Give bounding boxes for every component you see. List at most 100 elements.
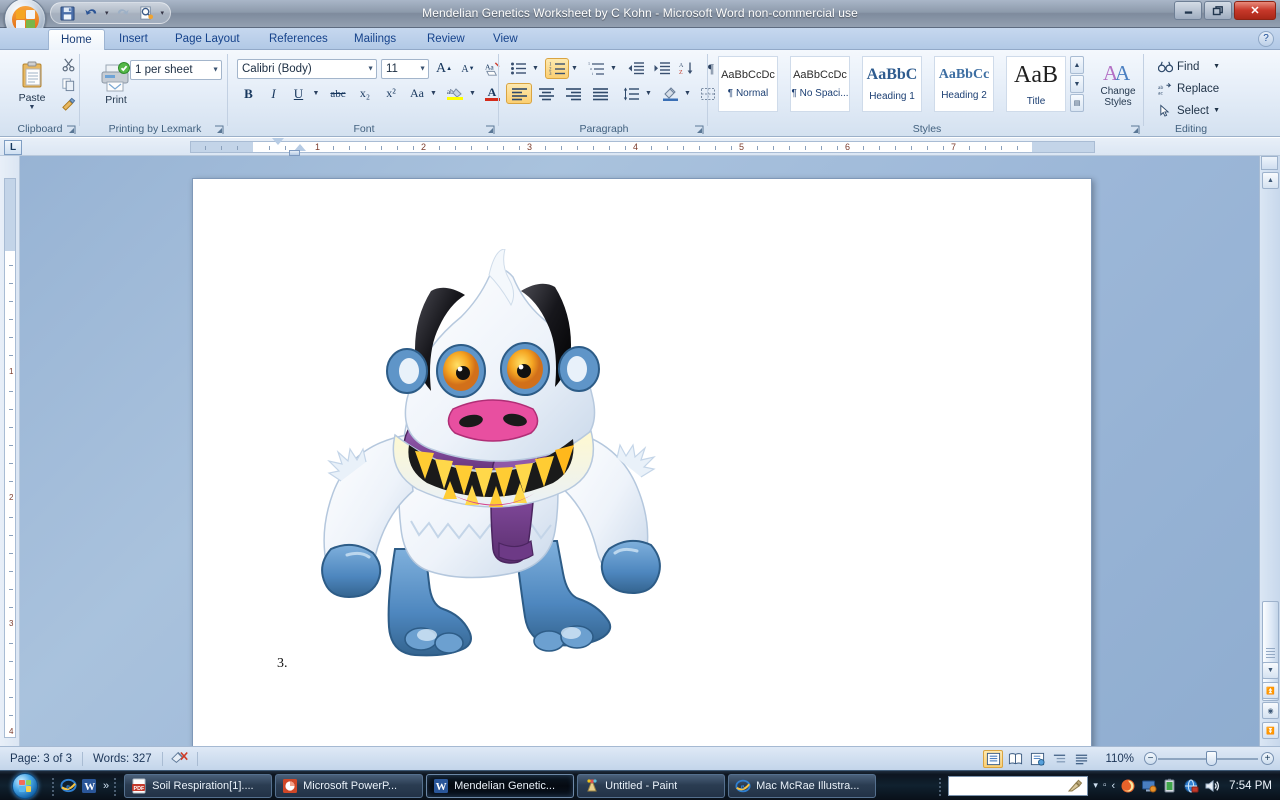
tab-page-layout[interactable]: Page Layout	[163, 28, 252, 50]
customize-qat-icon[interactable]: ▾	[161, 9, 165, 17]
chevron-down-icon[interactable]: ▼	[212, 67, 219, 74]
text-highlight-button[interactable]: ab	[443, 83, 467, 104]
undo-dropdown-arrow[interactable]: ▾	[105, 9, 109, 17]
redo-icon[interactable]	[113, 4, 133, 22]
highlight-dropdown-arrow[interactable]: ▼	[467, 83, 478, 104]
start-button[interactable]	[0, 772, 50, 800]
sort-button[interactable]: AZ	[676, 58, 698, 79]
align-left-button[interactable]	[506, 83, 532, 104]
zoom-in-button[interactable]: +	[1261, 751, 1274, 765]
close-button[interactable]: ✕	[1234, 1, 1276, 20]
yeti-monster-illustration[interactable]	[303, 249, 683, 669]
strikethrough-button[interactable]: abc	[325, 83, 351, 104]
underline-dropdown-arrow[interactable]: ▼	[310, 83, 322, 104]
outline-view-button[interactable]	[1049, 750, 1069, 768]
grow-font-button[interactable]: A ▲	[433, 59, 455, 79]
tab-stop-selector[interactable]: L	[4, 140, 22, 155]
taskbar-item-soil-respiration[interactable]: PDF Soil Respiration[1]....	[124, 773, 273, 798]
taskbar-item-mendelian-genetics[interactable]: W Mendelian Genetic...	[426, 773, 575, 798]
tray-grip-icon[interactable]	[939, 776, 943, 796]
styles-dialog-launcher[interactable]	[1130, 123, 1141, 134]
font-size-select[interactable]: 11 ▼	[381, 59, 429, 79]
shading-dropdown-arrow[interactable]: ▼	[682, 83, 693, 104]
minimize-button[interactable]	[1174, 1, 1202, 20]
shading-button[interactable]	[658, 83, 682, 104]
line-spacing-button[interactable]	[619, 83, 643, 104]
word-icon[interactable]: W	[80, 777, 98, 795]
scroll-up-button[interactable]: ▲	[1262, 172, 1279, 189]
next-page-button[interactable]: ⏬	[1262, 722, 1279, 739]
full-screen-reading-view-button[interactable]	[1005, 750, 1025, 768]
split-window-handle[interactable]	[1261, 156, 1278, 170]
print-preview-icon[interactable]	[137, 4, 157, 22]
clipboard-dialog-launcher[interactable]	[66, 123, 77, 134]
style-normal[interactable]: AaBbCcDc ¶ Normal	[718, 56, 778, 112]
scroll-down-button[interactable]: ▼	[1262, 662, 1279, 679]
paste-button[interactable]: Paste ▼	[10, 56, 54, 114]
undo-icon[interactable]	[81, 4, 101, 22]
word-count-status[interactable]: Words: 327	[83, 753, 162, 765]
vertical-ruler-track[interactable]: 1 2 3 4	[4, 178, 16, 738]
bullets-button[interactable]	[506, 58, 530, 79]
center-button[interactable]	[533, 83, 559, 104]
print-layout-view-button[interactable]	[983, 749, 1004, 768]
style-heading-2[interactable]: AaBbCc Heading 2	[934, 56, 994, 112]
taskbar-item-mac-mcrae[interactable]: e Mac McRae Illustra...	[728, 773, 877, 798]
spiral-app-icon[interactable]	[1120, 778, 1136, 794]
find-button[interactable]: Find ▼	[1152, 56, 1226, 77]
battery-icon[interactable]	[1162, 778, 1178, 794]
tab-review[interactable]: Review	[415, 28, 477, 50]
page-number-status[interactable]: Page: 3 of 3	[0, 753, 82, 765]
paragraph-dialog-launcher[interactable]	[694, 123, 705, 134]
tab-insert[interactable]: Insert	[107, 28, 160, 50]
format-painter-button[interactable]	[58, 95, 78, 113]
styles-scroll-up-button[interactable]: ▲	[1070, 56, 1084, 74]
superscript-button[interactable]: x²	[379, 83, 403, 104]
subscript-button[interactable]: x₂	[353, 83, 377, 104]
select-button[interactable]: Select ▼	[1152, 100, 1226, 121]
horizontal-ruler-track[interactable]: 1 2 3 4 5 6 7	[190, 141, 1095, 153]
cut-button[interactable]	[58, 55, 78, 73]
change-case-button[interactable]: Aa	[405, 83, 429, 104]
italic-button[interactable]: I	[262, 83, 285, 104]
taskbar-clock[interactable]: 7:54 PM	[1225, 780, 1272, 792]
chevron-down-icon[interactable]: ▼	[367, 66, 374, 73]
font-dialog-launcher[interactable]	[485, 123, 496, 134]
sheets-per-page-select[interactable]: 1 per sheet ▼	[130, 60, 222, 80]
multilevel-list-button[interactable]: 1ai	[584, 58, 608, 79]
save-icon[interactable]	[57, 4, 77, 22]
tab-references[interactable]: References	[257, 28, 340, 50]
tab-mailings[interactable]: Mailings	[342, 28, 408, 50]
spell-check-icon[interactable]	[163, 750, 197, 767]
quick-launch-grip-icon[interactable]	[52, 776, 56, 796]
tray-square-icon[interactable]: ▫	[1103, 780, 1107, 791]
tray-chevron-icon[interactable]: ‹	[1112, 780, 1116, 792]
bullets-dropdown-arrow[interactable]: ▼	[530, 58, 541, 79]
styles-more-button[interactable]: ▤	[1070, 94, 1084, 112]
align-right-button[interactable]	[560, 83, 586, 104]
zoom-level-label[interactable]: 110%	[1093, 753, 1142, 765]
zoom-slider-handle[interactable]	[1206, 750, 1217, 766]
quick-launch-more-button[interactable]: »	[101, 780, 111, 792]
tab-home[interactable]: Home	[48, 29, 105, 50]
decrease-indent-button[interactable]	[624, 58, 648, 79]
printing-dialog-launcher[interactable]	[214, 123, 225, 134]
multilevel-dropdown-arrow[interactable]: ▼	[608, 58, 619, 79]
copy-button[interactable]	[58, 75, 78, 93]
document-canvas[interactable]: 3.	[20, 156, 1259, 746]
tab-view[interactable]: View	[481, 28, 530, 50]
font-name-select[interactable]: Calibri (Body) ▼	[237, 59, 377, 79]
numbering-dropdown-arrow[interactable]: ▼	[569, 58, 580, 79]
display-app-icon[interactable]	[1141, 778, 1157, 794]
replace-button[interactable]: ab ac Replace	[1152, 78, 1226, 99]
bold-button[interactable]: B	[237, 83, 260, 104]
change-case-dropdown-arrow[interactable]: ▼	[428, 83, 439, 104]
handwriting-input-panel[interactable]	[948, 775, 1089, 796]
justify-button[interactable]	[587, 83, 613, 104]
taskbar-grip-icon[interactable]	[114, 776, 118, 796]
restore-button[interactable]	[1204, 1, 1232, 20]
shrink-font-button[interactable]: A ▼	[457, 59, 479, 79]
volume-icon[interactable]	[1204, 778, 1220, 794]
taskbar-item-powerpoint[interactable]: Microsoft PowerP...	[275, 773, 424, 798]
increase-indent-button[interactable]	[650, 58, 674, 79]
